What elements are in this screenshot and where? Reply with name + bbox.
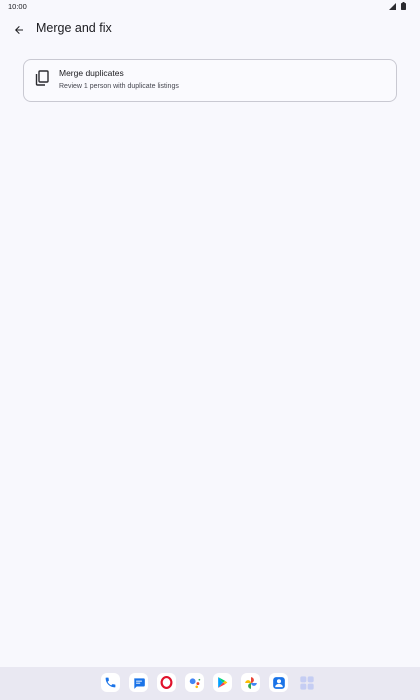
battery-icon (401, 2, 406, 10)
app-drawer-icon (299, 675, 314, 690)
back-arrow-icon (15, 26, 23, 34)
status-icons (389, 2, 406, 10)
contacts-icon (272, 676, 285, 689)
signal-icon (389, 2, 396, 10)
opera-icon (160, 676, 173, 689)
photos-app-button[interactable] (241, 673, 260, 692)
app-bar: Merge and fix (0, 16, 420, 44)
app-dock (101, 673, 316, 692)
assistant-icon (189, 677, 200, 688)
status-time: 10:00 (8, 2, 27, 11)
merge-duplicates-card[interactable]: Merge duplicates Review 1 person with du… (23, 59, 397, 102)
copy-icon (35, 70, 49, 86)
status-bar: 10:00 (0, 0, 420, 13)
messages-icon (133, 677, 145, 689)
photos-icon (244, 676, 257, 689)
contacts-app-button[interactable] (269, 673, 288, 692)
card-subtitle: Review 1 person with duplicate listings (59, 83, 179, 90)
dock-area (0, 667, 420, 700)
phone-app-button[interactable] (101, 673, 120, 692)
back-button[interactable] (8, 19, 30, 41)
play-store-icon (218, 677, 228, 688)
opera-app-button[interactable] (157, 673, 176, 692)
app-drawer-button[interactable] (297, 673, 316, 692)
play-store-app-button[interactable] (213, 673, 232, 692)
page-title: Merge and fix (36, 21, 112, 35)
messages-app-button[interactable] (129, 673, 148, 692)
phone-icon (105, 677, 116, 688)
assistant-app-button[interactable] (185, 673, 204, 692)
card-title: Merge duplicates (59, 68, 124, 78)
